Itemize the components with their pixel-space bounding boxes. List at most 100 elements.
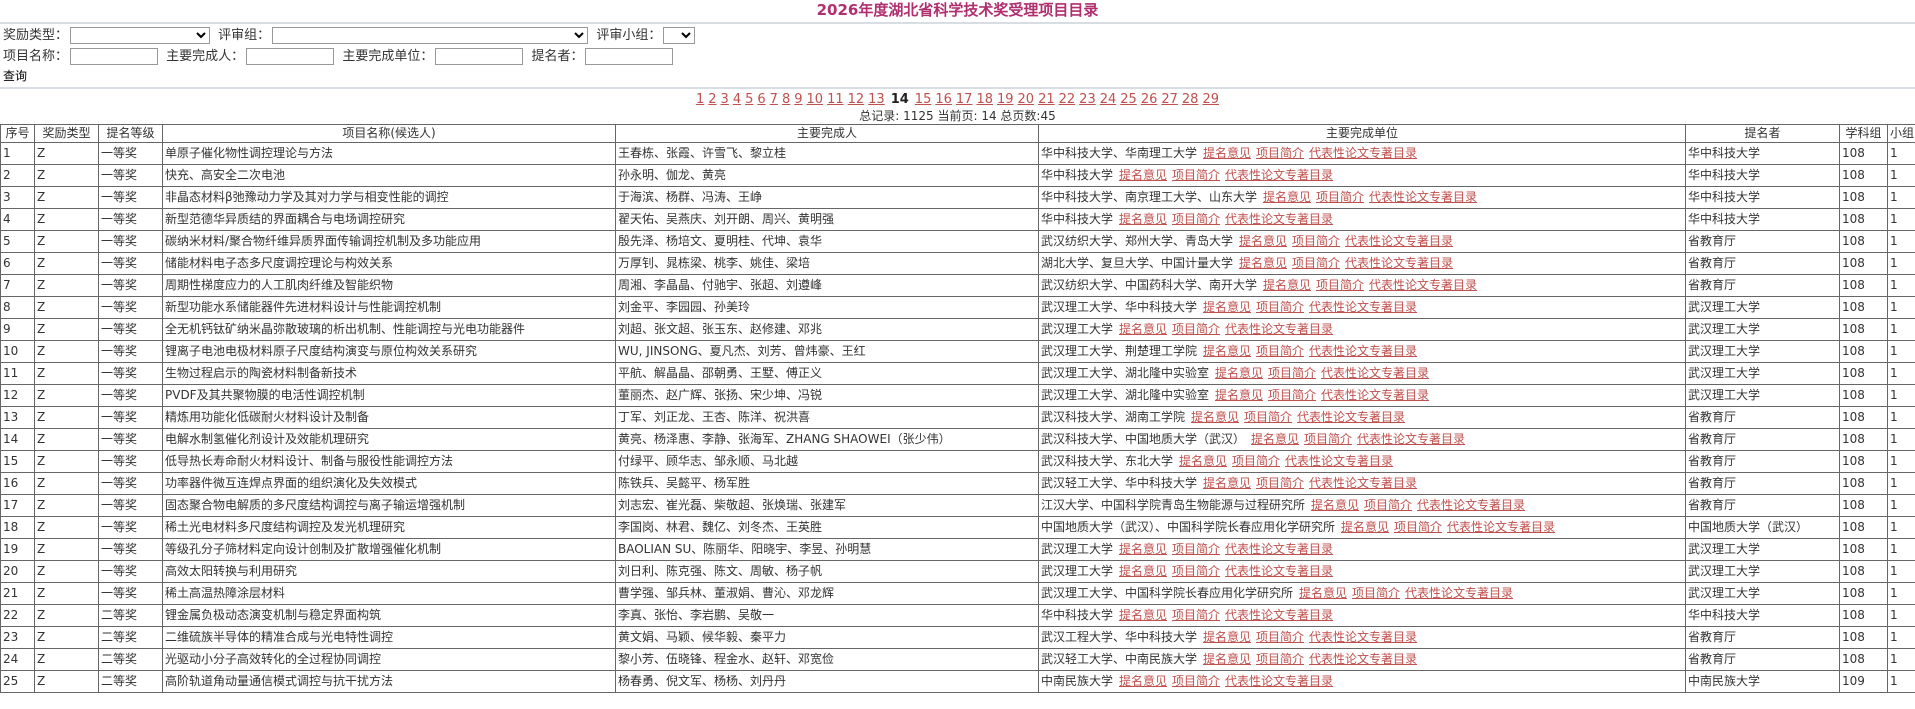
nomination-opinion-link[interactable]: 提名意见 <box>1239 256 1287 270</box>
page-link[interactable]: 16 <box>935 92 952 107</box>
page-link[interactable]: 9 <box>794 92 802 107</box>
nomination-opinion-link[interactable]: 提名意见 <box>1263 278 1311 292</box>
project-name-input[interactable] <box>70 48 159 65</box>
project-intro-link[interactable]: 项目简介 <box>1292 256 1340 270</box>
page-link[interactable]: 4 <box>733 92 741 107</box>
project-intro-link[interactable]: 项目简介 <box>1268 388 1316 402</box>
representative-papers-link[interactable]: 代表性论文专著目录 <box>1369 190 1477 204</box>
query-button[interactable]: 查询 <box>3 68 27 84</box>
representative-papers-link[interactable]: 代表性论文专著目录 <box>1225 322 1333 336</box>
project-intro-link[interactable]: 项目简介 <box>1256 652 1304 666</box>
page-link[interactable]: 28 <box>1182 92 1199 107</box>
page-link[interactable]: 15 <box>915 92 932 107</box>
project-intro-link[interactable]: 项目简介 <box>1172 564 1220 578</box>
representative-papers-link[interactable]: 代表性论文专著目录 <box>1345 256 1453 270</box>
representative-papers-link[interactable]: 代表性论文专著目录 <box>1321 366 1429 380</box>
project-intro-link[interactable]: 项目简介 <box>1256 344 1304 358</box>
page-link[interactable]: 18 <box>976 92 993 107</box>
nomination-opinion-link[interactable]: 提名意见 <box>1203 146 1251 160</box>
page-link[interactable]: 13 <box>868 92 885 107</box>
nomination-opinion-link[interactable]: 提名意见 <box>1179 454 1227 468</box>
project-intro-link[interactable]: 项目简介 <box>1268 366 1316 380</box>
representative-papers-link[interactable]: 代表性论文专著目录 <box>1345 234 1453 248</box>
page-link[interactable]: 1 <box>696 92 704 107</box>
project-intro-link[interactable]: 项目简介 <box>1256 300 1304 314</box>
project-intro-link[interactable]: 项目简介 <box>1172 212 1220 226</box>
representative-papers-link[interactable]: 代表性论文专著目录 <box>1309 652 1417 666</box>
page-link[interactable]: 22 <box>1059 92 1076 107</box>
nomination-opinion-link[interactable]: 提名意见 <box>1203 300 1251 314</box>
page-link[interactable]: 20 <box>1018 92 1035 107</box>
project-intro-link[interactable]: 项目简介 <box>1316 278 1364 292</box>
page-link[interactable]: 25 <box>1120 92 1137 107</box>
representative-papers-link[interactable]: 代表性论文专著目录 <box>1369 278 1477 292</box>
page-link[interactable]: 24 <box>1100 92 1117 107</box>
representative-papers-link[interactable]: 代表性论文专著目录 <box>1309 300 1417 314</box>
project-intro-link[interactable]: 项目简介 <box>1172 674 1220 688</box>
representative-papers-link[interactable]: 代表性论文专著目录 <box>1297 410 1405 424</box>
nomination-opinion-link[interactable]: 提名意见 <box>1203 476 1251 490</box>
nomination-opinion-link[interactable]: 提名意见 <box>1119 674 1167 688</box>
project-intro-link[interactable]: 项目简介 <box>1172 608 1220 622</box>
main-unit-input[interactable] <box>435 48 524 65</box>
project-intro-link[interactable]: 项目简介 <box>1364 498 1412 512</box>
representative-papers-link[interactable]: 代表性论文专著目录 <box>1309 476 1417 490</box>
nomination-opinion-link[interactable]: 提名意见 <box>1119 168 1167 182</box>
representative-papers-link[interactable]: 代表性论文专著目录 <box>1225 542 1333 556</box>
nomination-opinion-link[interactable]: 提名意见 <box>1119 608 1167 622</box>
project-intro-link[interactable]: 项目简介 <box>1256 630 1304 644</box>
representative-papers-link[interactable]: 代表性论文专著目录 <box>1309 630 1417 644</box>
page-link[interactable]: 3 <box>721 92 729 107</box>
page-link[interactable]: 2 <box>708 92 716 107</box>
project-intro-link[interactable]: 项目简介 <box>1172 168 1220 182</box>
project-intro-link[interactable]: 项目简介 <box>1256 476 1304 490</box>
nomination-opinion-link[interactable]: 提名意见 <box>1251 432 1299 446</box>
nominator-input[interactable] <box>585 48 674 65</box>
nomination-opinion-link[interactable]: 提名意见 <box>1311 498 1359 512</box>
nomination-opinion-link[interactable]: 提名意见 <box>1203 630 1251 644</box>
review-subgroup-select[interactable] <box>663 27 696 44</box>
project-intro-link[interactable]: 项目简介 <box>1244 410 1292 424</box>
page-link[interactable]: 5 <box>745 92 753 107</box>
nomination-opinion-link[interactable]: 提名意见 <box>1203 344 1251 358</box>
page-link[interactable]: 6 <box>757 92 765 107</box>
page-link[interactable]: 10 <box>807 92 824 107</box>
representative-papers-link[interactable]: 代表性论文专著目录 <box>1225 608 1333 622</box>
nomination-opinion-link[interactable]: 提名意见 <box>1119 212 1167 226</box>
project-intro-link[interactable]: 项目简介 <box>1172 322 1220 336</box>
page-link[interactable]: 17 <box>956 92 973 107</box>
nomination-opinion-link[interactable]: 提名意见 <box>1203 652 1251 666</box>
nomination-opinion-link[interactable]: 提名意见 <box>1299 586 1347 600</box>
representative-papers-link[interactable]: 代表性论文专著目录 <box>1225 564 1333 578</box>
review-group-select[interactable] <box>272 27 589 44</box>
representative-papers-link[interactable]: 代表性论文专著目录 <box>1405 586 1513 600</box>
page-link[interactable]: 12 <box>848 92 865 107</box>
representative-papers-link[interactable]: 代表性论文专著目录 <box>1357 432 1465 446</box>
nomination-opinion-link[interactable]: 提名意见 <box>1215 366 1263 380</box>
page-link[interactable]: 19 <box>997 92 1014 107</box>
representative-papers-link[interactable]: 代表性论文专著目录 <box>1225 212 1333 226</box>
page-link[interactable]: 23 <box>1079 92 1096 107</box>
page-link[interactable]: 29 <box>1202 92 1219 107</box>
project-intro-link[interactable]: 项目简介 <box>1256 146 1304 160</box>
main-person-input[interactable] <box>246 48 335 65</box>
nomination-opinion-link[interactable]: 提名意见 <box>1215 388 1263 402</box>
representative-papers-link[interactable]: 代表性论文专著目录 <box>1225 674 1333 688</box>
project-intro-link[interactable]: 项目简介 <box>1304 432 1352 446</box>
nomination-opinion-link[interactable]: 提名意见 <box>1239 234 1287 248</box>
page-link[interactable]: 8 <box>782 92 790 107</box>
nomination-opinion-link[interactable]: 提名意见 <box>1191 410 1239 424</box>
project-intro-link[interactable]: 项目简介 <box>1292 234 1340 248</box>
nomination-opinion-link[interactable]: 提名意见 <box>1119 542 1167 556</box>
page-link[interactable]: 21 <box>1038 92 1055 107</box>
representative-papers-link[interactable]: 代表性论文专著目录 <box>1417 498 1525 512</box>
page-link[interactable]: 7 <box>770 92 778 107</box>
representative-papers-link[interactable]: 代表性论文专著目录 <box>1225 168 1333 182</box>
page-link[interactable]: 27 <box>1161 92 1178 107</box>
representative-papers-link[interactable]: 代表性论文专著目录 <box>1309 146 1417 160</box>
nomination-opinion-link[interactable]: 提名意见 <box>1263 190 1311 204</box>
nomination-opinion-link[interactable]: 提名意见 <box>1341 520 1389 534</box>
project-intro-link[interactable]: 项目简介 <box>1394 520 1442 534</box>
project-intro-link[interactable]: 项目简介 <box>1352 586 1400 600</box>
representative-papers-link[interactable]: 代表性论文专著目录 <box>1321 388 1429 402</box>
